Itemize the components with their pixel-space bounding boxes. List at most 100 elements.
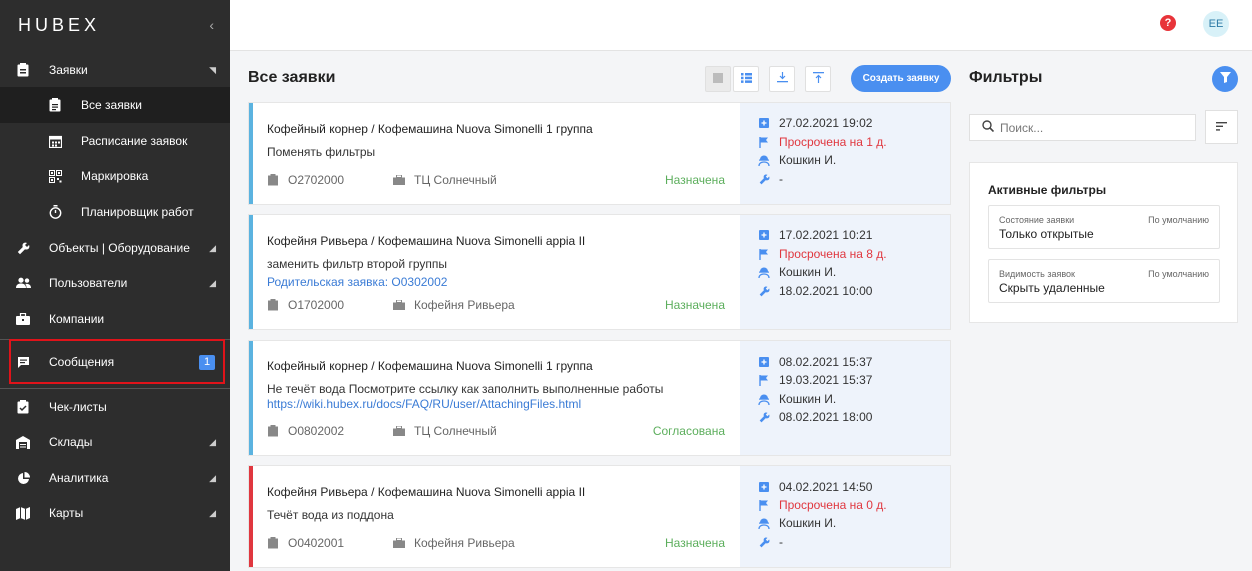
sidebar-item-companies[interactable]: Компании bbox=[0, 301, 230, 337]
created-text: 04.02.2021 14:50 bbox=[779, 480, 873, 494]
sidebar-item-label: Планировщик работ bbox=[81, 205, 194, 219]
status-badge: Назначена bbox=[665, 536, 725, 550]
search-icon bbox=[982, 120, 995, 135]
grid-view-icon bbox=[713, 72, 723, 86]
sidebar-item-maps[interactable]: Карты ◢ bbox=[0, 495, 230, 531]
ticket-location: ТЦ Солнечный bbox=[393, 424, 497, 438]
ticket-card[interactable]: Кофейный корнер / Кофемашина Nuova Simon… bbox=[248, 102, 951, 205]
ticket-card[interactable]: Кофейня Ривьера / Кофемашина Nuova Simon… bbox=[248, 214, 951, 330]
sidebar-item-label: Карты bbox=[49, 506, 84, 520]
ticket-title[interactable]: Кофейный корнер / Кофемашина Nuova Simon… bbox=[267, 122, 593, 136]
ticket-details: 17.02.2021 10:21 Просрочена на 8 д. Кошк… bbox=[740, 215, 950, 329]
ticket-card[interactable]: Кофейный корнер / Кофемашина Nuova Simon… bbox=[248, 340, 951, 456]
expand-arrow-icon: ◢ bbox=[209, 436, 216, 447]
pie-chart-icon bbox=[15, 470, 31, 486]
checklist-icon bbox=[15, 399, 31, 415]
filter-button[interactable] bbox=[1212, 66, 1238, 92]
ticket-location: Кофейня Ривьера bbox=[393, 298, 515, 312]
wrench-icon bbox=[758, 536, 770, 548]
ticket-title[interactable]: Кофейня Ривьера / Кофемашина Nuova Simon… bbox=[267, 485, 585, 499]
filter-chip-status[interactable]: Состояние заявки По умолчанию Только отк… bbox=[988, 205, 1220, 249]
assignee: Кошкин И. bbox=[758, 516, 836, 530]
ticket-stripe bbox=[249, 466, 253, 567]
ticket-title[interactable]: Кофейня Ривьера / Кофемашина Nuova Simon… bbox=[267, 234, 585, 248]
deadline: Просрочена на 1 д. bbox=[758, 135, 887, 149]
sidebar-item-objects[interactable]: Объекты | Оборудование ◢ bbox=[0, 230, 230, 266]
topbar: ? EE bbox=[230, 0, 1252, 51]
ticket-location-text: Кофейня Ривьера bbox=[414, 298, 515, 312]
sidebar-item-requests[interactable]: Заявки ◥ bbox=[0, 52, 230, 88]
created-date: 17.02.2021 10:21 bbox=[758, 228, 872, 242]
ticket-details: 08.02.2021 15:37 19.03.2021 15:37 Кошкин… bbox=[740, 341, 950, 455]
wrench-icon bbox=[758, 173, 770, 185]
download-icon bbox=[776, 72, 788, 86]
search-box bbox=[969, 114, 1196, 141]
avatar[interactable]: EE bbox=[1203, 11, 1229, 37]
grid-view-button[interactable] bbox=[705, 66, 731, 92]
logo: HUBEX bbox=[18, 14, 101, 35]
calendar-plus-icon bbox=[758, 481, 770, 493]
ticket-number-text: O0802002 bbox=[288, 424, 345, 438]
parent-ticket-link[interactable]: Родительская заявка: O0302002 bbox=[267, 275, 447, 289]
deadline: Просрочена на 0 д. bbox=[758, 498, 887, 512]
sidebar-item-label: Заявки bbox=[49, 63, 88, 77]
sidebar-item-users[interactable]: Пользователи ◢ bbox=[0, 265, 230, 301]
filter-default: По умолчанию bbox=[1148, 269, 1209, 279]
ticket-location-text: ТЦ Солнечный bbox=[414, 173, 497, 187]
worker-icon bbox=[758, 517, 770, 529]
sidebar-item-checklists[interactable]: Чек-листы bbox=[0, 389, 230, 425]
sidebar-item-label: Маркировка bbox=[81, 169, 149, 183]
ticket-location: ТЦ Солнечный bbox=[393, 173, 497, 187]
assignee: Кошкин И. bbox=[758, 153, 836, 167]
wiki-link[interactable]: https://wiki.hubex.ru/docs/FAQ/RU/user/A… bbox=[267, 397, 581, 411]
planned-date: 08.02.2021 18:00 bbox=[758, 410, 872, 424]
expand-arrow-icon: ◢ bbox=[209, 472, 216, 483]
wrench-icon bbox=[758, 285, 770, 297]
deadline-text: Просрочена на 8 д. bbox=[779, 247, 887, 261]
warehouse-icon bbox=[15, 434, 31, 450]
sidebar-item-label: Аналитика bbox=[49, 471, 109, 485]
ticket-number: O1702000 bbox=[267, 298, 344, 312]
planned-date: - bbox=[758, 535, 783, 549]
ticket-title[interactable]: Кофейный корнер / Кофемашина Nuova Simon… bbox=[267, 359, 593, 373]
download-button[interactable] bbox=[769, 66, 795, 92]
created-text: 08.02.2021 15:37 bbox=[779, 355, 873, 369]
sidebar-item-marking[interactable]: Маркировка bbox=[0, 158, 230, 194]
filters-title: Фильтры bbox=[969, 69, 1043, 86]
planned-text: 18.02.2021 10:00 bbox=[779, 284, 873, 298]
upload-filter-button[interactable] bbox=[805, 66, 831, 92]
active-filters-header: Активные фильтры bbox=[988, 183, 1107, 197]
calendar-plus-icon bbox=[758, 356, 770, 368]
ticket-card[interactable]: Кофейня Ривьера / Кофемашина Nuova Simon… bbox=[248, 465, 951, 568]
ticket-description: Поменять фильтры bbox=[267, 145, 376, 159]
sidebar-item-all-requests[interactable]: Все заявки bbox=[0, 87, 230, 123]
ticket-description: Течёт вода из поддона bbox=[267, 508, 394, 522]
qr-code-icon bbox=[47, 168, 63, 184]
chevron-left-icon[interactable]: ‹ bbox=[209, 17, 214, 33]
expand-arrow-icon: ◥ bbox=[209, 64, 216, 75]
sidebar-item-label: Склады bbox=[49, 435, 93, 449]
ticket-location-text: Кофейня Ривьера bbox=[414, 536, 515, 550]
ticket-number: O0402001 bbox=[267, 536, 344, 550]
users-icon bbox=[15, 275, 31, 291]
created-date: 04.02.2021 14:50 bbox=[758, 480, 872, 494]
ticket-number-text: O1702000 bbox=[288, 298, 345, 312]
sort-button[interactable] bbox=[1205, 110, 1238, 144]
filter-chip-visibility[interactable]: Видимость заявок По умолчанию Скрыть уда… bbox=[988, 259, 1220, 303]
created-text: 27.02.2021 19:02 bbox=[779, 116, 873, 130]
filter-label: Видимость заявок bbox=[999, 269, 1075, 279]
expand-arrow-icon: ◢ bbox=[209, 277, 216, 288]
search-input[interactable] bbox=[1000, 120, 1180, 135]
sidebar-item-warehouses[interactable]: Склады ◢ bbox=[0, 424, 230, 460]
sidebar-item-analytics[interactable]: Аналитика ◢ bbox=[0, 460, 230, 496]
list-view-icon bbox=[740, 72, 752, 86]
ticket-location-text: ТЦ Солнечный bbox=[414, 424, 497, 438]
sidebar-item-schedule[interactable]: Расписание заявок bbox=[0, 123, 230, 159]
filter-value: Скрыть удаленные bbox=[999, 281, 1105, 295]
flag-icon bbox=[758, 374, 770, 386]
deadline: 19.03.2021 15:37 bbox=[758, 373, 872, 387]
create-request-button[interactable]: Создать заявку bbox=[851, 65, 951, 92]
sidebar-item-planner[interactable]: Планировщик работ bbox=[0, 194, 230, 230]
list-view-button[interactable] bbox=[733, 66, 759, 92]
help-icon[interactable]: ? bbox=[1160, 15, 1176, 31]
